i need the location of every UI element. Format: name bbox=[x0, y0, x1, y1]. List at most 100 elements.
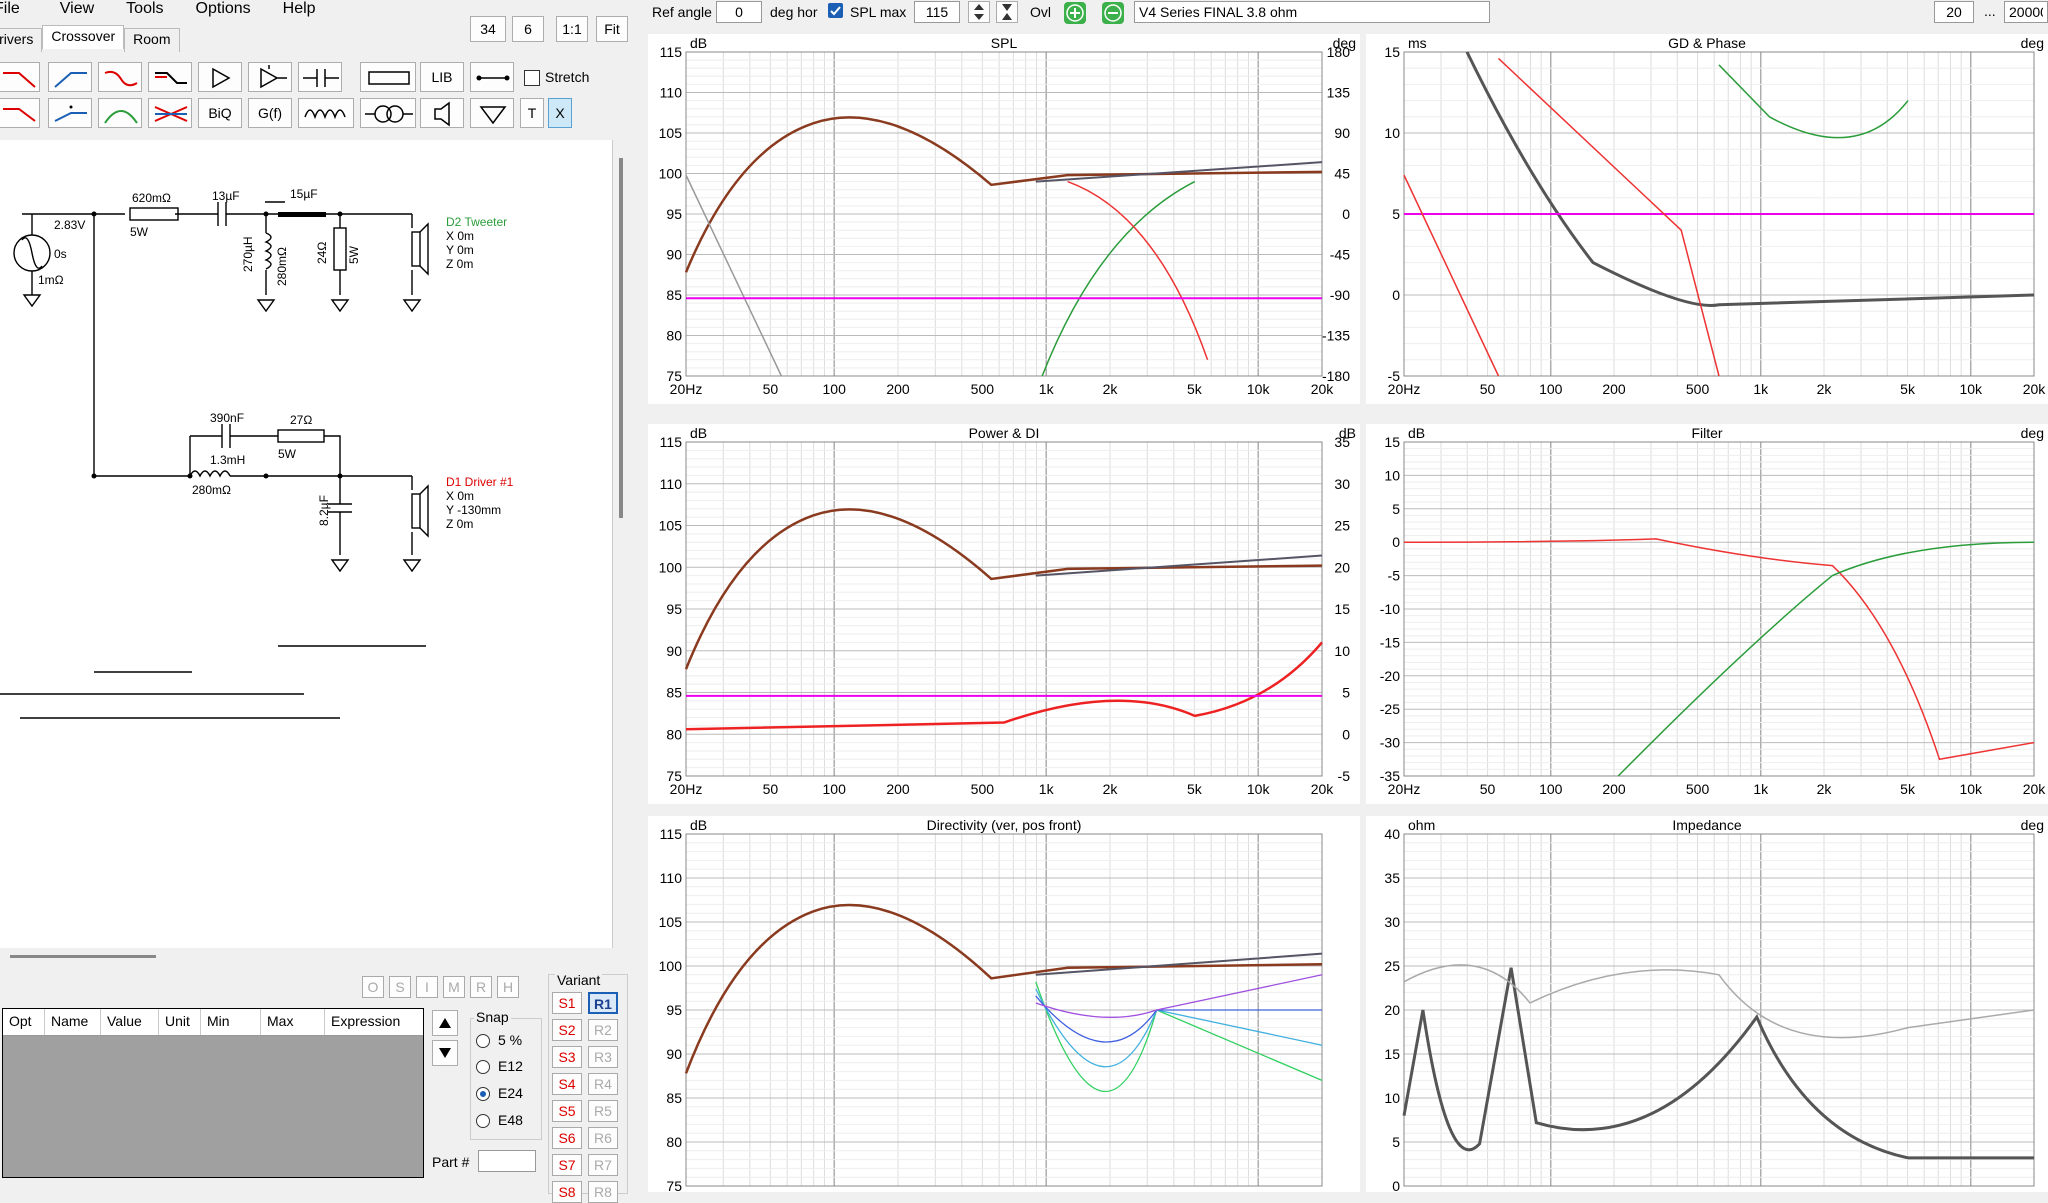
zoom-fit-button[interactable]: Fit bbox=[596, 16, 628, 42]
zoom-1to1-button[interactable]: 1:1 bbox=[556, 16, 588, 42]
gd-chart-panel[interactable]: 15 10 5 0 -5 20Hz 50 100 200 500 1k 2k 5k 10k 20k GD & … bbox=[1366, 34, 2048, 404]
lib-button[interactable]: LIB bbox=[420, 62, 464, 92]
col-value[interactable]: Value bbox=[101, 1009, 159, 1035]
menu-help[interactable]: Help bbox=[283, 0, 326, 20]
part-label: Part # bbox=[432, 1154, 470, 1170]
x-button[interactable]: X bbox=[548, 98, 572, 128]
transformer-icon[interactable] bbox=[360, 98, 416, 128]
horizontal-scrollbar[interactable] bbox=[10, 955, 156, 958]
power-y2tick: 20 bbox=[1334, 559, 1350, 575]
shelf-icon[interactable] bbox=[148, 62, 192, 92]
filter-chart-panel[interactable]: 15 10 5 0 -5 -10 -15 -20 -25 -30 -35 20Hz 50 100 200 50… bbox=[1366, 424, 2048, 804]
variant-r3-button[interactable]: R3 bbox=[588, 1046, 618, 1068]
status-h-button[interactable]: H bbox=[497, 976, 519, 998]
status-r-button[interactable]: R bbox=[470, 976, 492, 998]
power-y2tick: 10 bbox=[1334, 643, 1350, 659]
menu-file[interactable]: File bbox=[0, 0, 30, 20]
driver-label[interactable]: D1 Driver #1 bbox=[446, 475, 514, 489]
snap-5pct-radio[interactable] bbox=[476, 1034, 490, 1048]
tweeter-label[interactable]: D2 Tweeter bbox=[446, 215, 507, 229]
ref-angle-input[interactable] bbox=[716, 1, 762, 23]
col-opt[interactable]: Opt bbox=[3, 1009, 45, 1035]
filter-xtick: 50 bbox=[1480, 781, 1496, 797]
variant-r6-button[interactable]: R6 bbox=[588, 1127, 618, 1149]
variant-r8-button[interactable]: R8 bbox=[588, 1181, 618, 1203]
variant-s5-button[interactable]: S5 bbox=[552, 1100, 582, 1122]
tab-crossover[interactable]: Crossover bbox=[42, 25, 125, 49]
spl-max-input[interactable] bbox=[914, 1, 960, 23]
remove-overlay-icon[interactable] bbox=[1102, 2, 1124, 24]
bandpass-icon[interactable] bbox=[98, 98, 142, 128]
zoom-34-button[interactable]: 34 bbox=[470, 16, 506, 42]
buffer-icon[interactable] bbox=[248, 62, 292, 92]
col-min[interactable]: Min bbox=[201, 1009, 261, 1035]
speaker-icon[interactable] bbox=[420, 98, 464, 128]
spl-max-checkbox[interactable] bbox=[828, 3, 843, 18]
filter-xtick: 1k bbox=[1753, 781, 1769, 797]
schematic-canvas[interactable]: 2.83V 0s 1mΩ 620mΩ 5W 13µF 15µF 270µH 28… bbox=[0, 140, 613, 948]
menu-tools[interactable]: Tools bbox=[126, 0, 173, 20]
resistor-icon[interactable] bbox=[360, 62, 416, 92]
t-button[interactable]: T bbox=[520, 98, 544, 128]
variant-r5-button[interactable]: R5 bbox=[588, 1100, 618, 1122]
tab-room[interactable]: Room bbox=[124, 28, 180, 52]
variant-s6-button[interactable]: S6 bbox=[552, 1127, 582, 1149]
spl-chart-panel[interactable]: 115 180 110 135 105 90 100 45 95 0 90 -45 85 -90 80 -13… bbox=[648, 34, 1360, 404]
highpass2-icon[interactable] bbox=[48, 98, 92, 128]
col-max[interactable]: Max bbox=[261, 1009, 325, 1035]
add-overlay-icon[interactable] bbox=[1064, 2, 1086, 24]
status-i-button[interactable]: I bbox=[416, 976, 438, 998]
lowpass-icon[interactable] bbox=[0, 62, 40, 92]
dir-chart-panel[interactable]: 115 110 105 100 95 90 85 80 75 Directivity (ver, … bbox=[648, 816, 1360, 1194]
amplifier-icon[interactable] bbox=[198, 62, 242, 92]
variant-s3-button[interactable]: S3 bbox=[552, 1046, 582, 1068]
menu-options[interactable]: Options bbox=[196, 0, 261, 20]
snap-e12-radio[interactable] bbox=[476, 1060, 490, 1074]
variant-s2-button[interactable]: S2 bbox=[552, 1019, 582, 1041]
schematic-scrollbar[interactable] bbox=[619, 158, 623, 518]
status-o-button[interactable]: O bbox=[362, 976, 384, 998]
biq-button[interactable]: BiQ bbox=[198, 98, 242, 128]
freq-max-input[interactable] bbox=[2004, 1, 2048, 23]
variant-s7-button[interactable]: S7 bbox=[552, 1154, 582, 1176]
project-name-input[interactable] bbox=[1134, 1, 1490, 23]
ground-icon[interactable] bbox=[470, 98, 514, 128]
variant-s4-button[interactable]: S4 bbox=[552, 1073, 582, 1095]
power-chart-panel[interactable]: 115 35 110 30 105 25 100 20 95 15 90 10 85 5 80 0 75 -5 20… bbox=[648, 424, 1360, 804]
snap-e48-radio[interactable] bbox=[476, 1114, 490, 1128]
tilde-toggle-button[interactable] bbox=[996, 1, 1018, 23]
driver-z: Z 0m bbox=[446, 517, 473, 531]
imp-chart-panel[interactable]: 40 35 30 25 20 15 10 5 0 Impedance ohm deg bbox=[1366, 816, 2048, 1194]
move-down-button[interactable] bbox=[432, 1040, 458, 1066]
parameter-table[interactable]: Opt Name Value Unit Min Max Expression bbox=[2, 1008, 424, 1178]
spl-xtick: 10k bbox=[1247, 381, 1271, 397]
snap-e24-radio[interactable] bbox=[476, 1087, 490, 1101]
variant-s1-button[interactable]: S1 bbox=[552, 992, 582, 1014]
col-name[interactable]: Name bbox=[45, 1009, 101, 1035]
highpass-icon[interactable] bbox=[48, 62, 92, 92]
tab-drivers[interactable]: Drivers bbox=[0, 28, 43, 52]
inductor-icon[interactable] bbox=[298, 98, 354, 128]
capacitor-icon[interactable] bbox=[298, 62, 342, 92]
bandstop-icon[interactable] bbox=[98, 62, 142, 92]
part-number-input[interactable] bbox=[478, 1150, 536, 1172]
col-unit[interactable]: Unit bbox=[159, 1009, 201, 1035]
variant-r2-button[interactable]: R2 bbox=[588, 1019, 618, 1041]
spl-max-spinner[interactable] bbox=[968, 1, 990, 23]
gf-button[interactable]: G(f) bbox=[248, 98, 292, 128]
menu-view[interactable]: View bbox=[60, 0, 104, 20]
variant-r4-button[interactable]: R4 bbox=[588, 1073, 618, 1095]
allpass-icon[interactable] bbox=[148, 98, 192, 128]
move-up-button[interactable] bbox=[432, 1010, 458, 1036]
variant-s8-button[interactable]: S8 bbox=[552, 1181, 582, 1203]
status-m-button[interactable]: M bbox=[443, 976, 465, 998]
zoom-6-button[interactable]: 6 bbox=[512, 16, 544, 42]
freq-min-input[interactable] bbox=[1934, 1, 1974, 23]
lowpass2-icon[interactable] bbox=[0, 98, 40, 128]
variant-r1-button[interactable]: R1 bbox=[588, 992, 618, 1014]
wire-icon[interactable] bbox=[470, 62, 514, 92]
col-expression[interactable]: Expression bbox=[325, 1009, 421, 1035]
variant-r7-button[interactable]: R7 bbox=[588, 1154, 618, 1176]
status-s-button[interactable]: S bbox=[389, 976, 411, 998]
stretch-checkbox[interactable] bbox=[524, 70, 540, 86]
